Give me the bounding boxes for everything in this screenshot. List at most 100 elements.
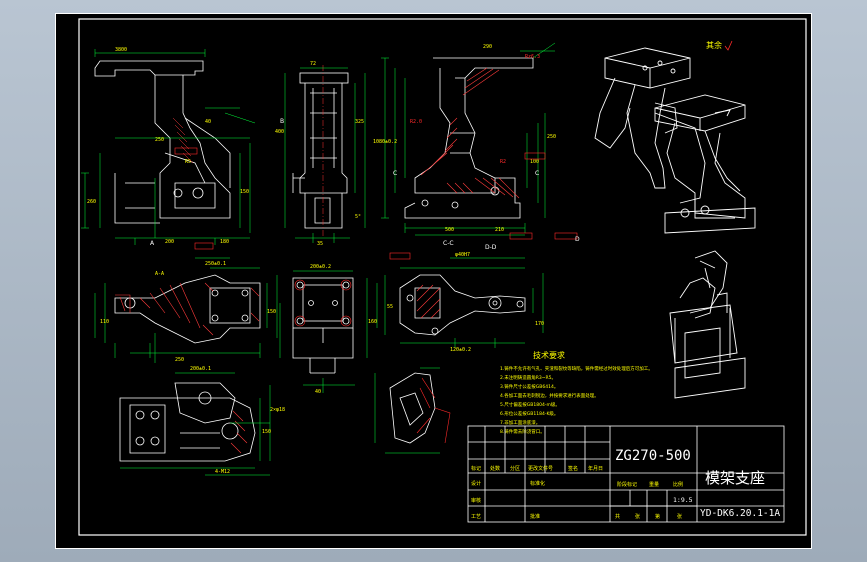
svg-text:4-M12: 4-M12 [215,469,230,475]
svg-text:R2.0: R2.0 [410,119,422,125]
tech-item-4: 4.各加工面去毛刺锐边，并按要求进行表面处理。 [500,392,599,399]
header-sign: 签名 [568,465,578,472]
sheet-index: 第 [655,513,660,520]
view-detail-small-dims [374,367,440,454]
drawing-sheet[interactable]: 3800 260 40 R5 200 180 250 150 A 72 400 … [55,13,812,549]
stage-mark: 阶段标记 [617,481,637,488]
drawing-canvas: 3800 260 40 R5 200 180 250 150 A 72400325 35… [55,13,812,549]
scale-value: 1:9.5 [673,496,693,504]
svg-text:R2: R2 [500,159,506,165]
view-section-center-red-text: R2.0 R2 Rz6.3 [410,54,540,165]
svg-text:35: 35 [317,241,323,247]
row-design: 设计 [471,480,481,487]
section-label-d: D [575,236,580,243]
view-section-center-dims [381,42,556,236]
row-review: 审核 [471,497,481,504]
svg-text:120±0.2: 120±0.2 [450,347,471,353]
svg-text:250: 250 [155,137,164,143]
svg-text:500: 500 [445,227,454,233]
tech-requirements: 技术要求 1.铸件不允许有气孔、夹渣和裂纹等缺陷，铸件需经过时效处理后方可加工。… [500,350,653,435]
view-plan-bottom-hatch [230,410,248,454]
section-label-a: A [150,240,155,247]
svg-text:1080±0.2: 1080±0.2 [373,139,397,145]
iso-view-bottom [669,250,746,399]
view-plan-bottom-dims [120,372,271,476]
tech-item-2: 2.未注明铸造圆角R3~R5。 [500,374,556,381]
label-approve: 批准 [530,513,540,520]
svg-text:110: 110 [100,319,109,325]
view-detail-small [389,372,436,444]
svg-text:150: 150 [262,429,271,435]
view-front-left-dims [81,49,256,245]
svg-text:250±0.1: 250±0.1 [205,261,226,267]
svg-text:40: 40 [205,119,211,125]
svg-text:150: 150 [240,189,249,195]
view-section-dd-dims [384,257,544,348]
view-detail-left [114,274,261,344]
svg-text:R5: R5 [185,159,191,165]
stage-weight: 重量 [649,481,659,488]
surface-finish-note: 其余 [706,40,722,50]
drawing-code: YD-DK6.20.1-1A [700,508,780,519]
svg-text:Rz6.3: Rz6.3 [525,54,540,60]
header-date: 年月日 [588,465,603,472]
svg-text:100: 100 [530,159,539,165]
view-side [292,72,349,229]
svg-text:40: 40 [315,389,321,395]
tech-heading: 技术要求 [533,350,565,360]
row-process: 工艺 [471,514,481,520]
svg-text:260: 260 [87,199,96,205]
header-change: 更改文件号 [528,465,553,472]
svg-text:250: 250 [547,134,556,140]
view-plan-bottom [119,382,256,462]
tech-item-1: 1.铸件不允许有气孔、夹渣和裂纹等缺陷，铸件需经过时效处理后方可加工。 [500,365,653,372]
svg-text:5°: 5° [355,214,361,220]
view-section-dd [399,274,526,336]
svg-text:180: 180 [220,239,229,245]
cad-viewport: 3800 260 40 R5 200 180 250 150 A 72 400 … [0,0,867,562]
svg-text:160: 160 [368,319,377,325]
svg-text:72: 72 [310,61,316,67]
sheet-total: 共 [615,513,620,520]
svg-text:150: 150 [267,309,276,315]
svg-text:290: 290 [483,44,492,50]
datum-markers [174,147,578,260]
section-label-c2: C [535,170,539,177]
sheet-unit-1: 张 [635,513,640,520]
label-standard: 标准化 [530,480,545,487]
view-side-text: 72 400 325 35 5° [275,61,364,247]
section-label-c: C [393,170,397,177]
svg-text:200±0.1: 200±0.1 [190,366,211,372]
svg-text:170: 170 [535,321,544,327]
svg-text:2×φ18: 2×φ18 [270,407,285,413]
section-label-b: B [280,118,284,125]
tech-item-7: 7.非加工面涂底漆。 [500,419,540,426]
svg-text:325: 325 [355,119,364,125]
header-count: 处数 [490,465,500,472]
svg-text:210: 210 [495,227,504,233]
tech-item-6: 6.形位公差按GB1184-K级。 [500,410,558,417]
section-label-dd: D-D [485,244,497,251]
svg-text:200: 200 [165,239,174,245]
view-section-center-text: 1080±0.2 500 210 100 290 250 [373,44,556,233]
header-mark: 标记 [471,465,481,472]
view-face-center-dims [279,270,378,393]
view-section-dd-text: φ40H7 120±0.2 55 170 [387,252,544,353]
svg-text:400: 400 [275,129,284,135]
tech-item-3: 3.铸件尺寸公差按GB6414。 [500,383,558,390]
svg-text:250: 250 [175,357,184,363]
view-section-dd-hatch [416,284,441,319]
tech-item-8: 8.铸件需去除浇冒口。 [500,428,545,435]
iso-view-top [594,47,706,204]
section-label-cc: C-C [443,240,454,247]
svg-text:A-A: A-A [155,271,164,277]
view-side-dims [284,67,366,243]
tech-item-5: 5.尺寸偏差按GB1804-m级。 [500,401,560,408]
sheet-unit-2: 张 [677,513,682,520]
view-front-left-text: 3800 260 40 R5 200 180 250 150 [87,47,249,245]
header-zone: 分区 [510,465,520,472]
svg-text:3800: 3800 [115,47,127,53]
svg-text:φ40H7: φ40H7 [455,252,470,258]
part-name: 模架支座 [705,469,765,487]
svg-text:200±0.2: 200±0.2 [310,264,331,270]
